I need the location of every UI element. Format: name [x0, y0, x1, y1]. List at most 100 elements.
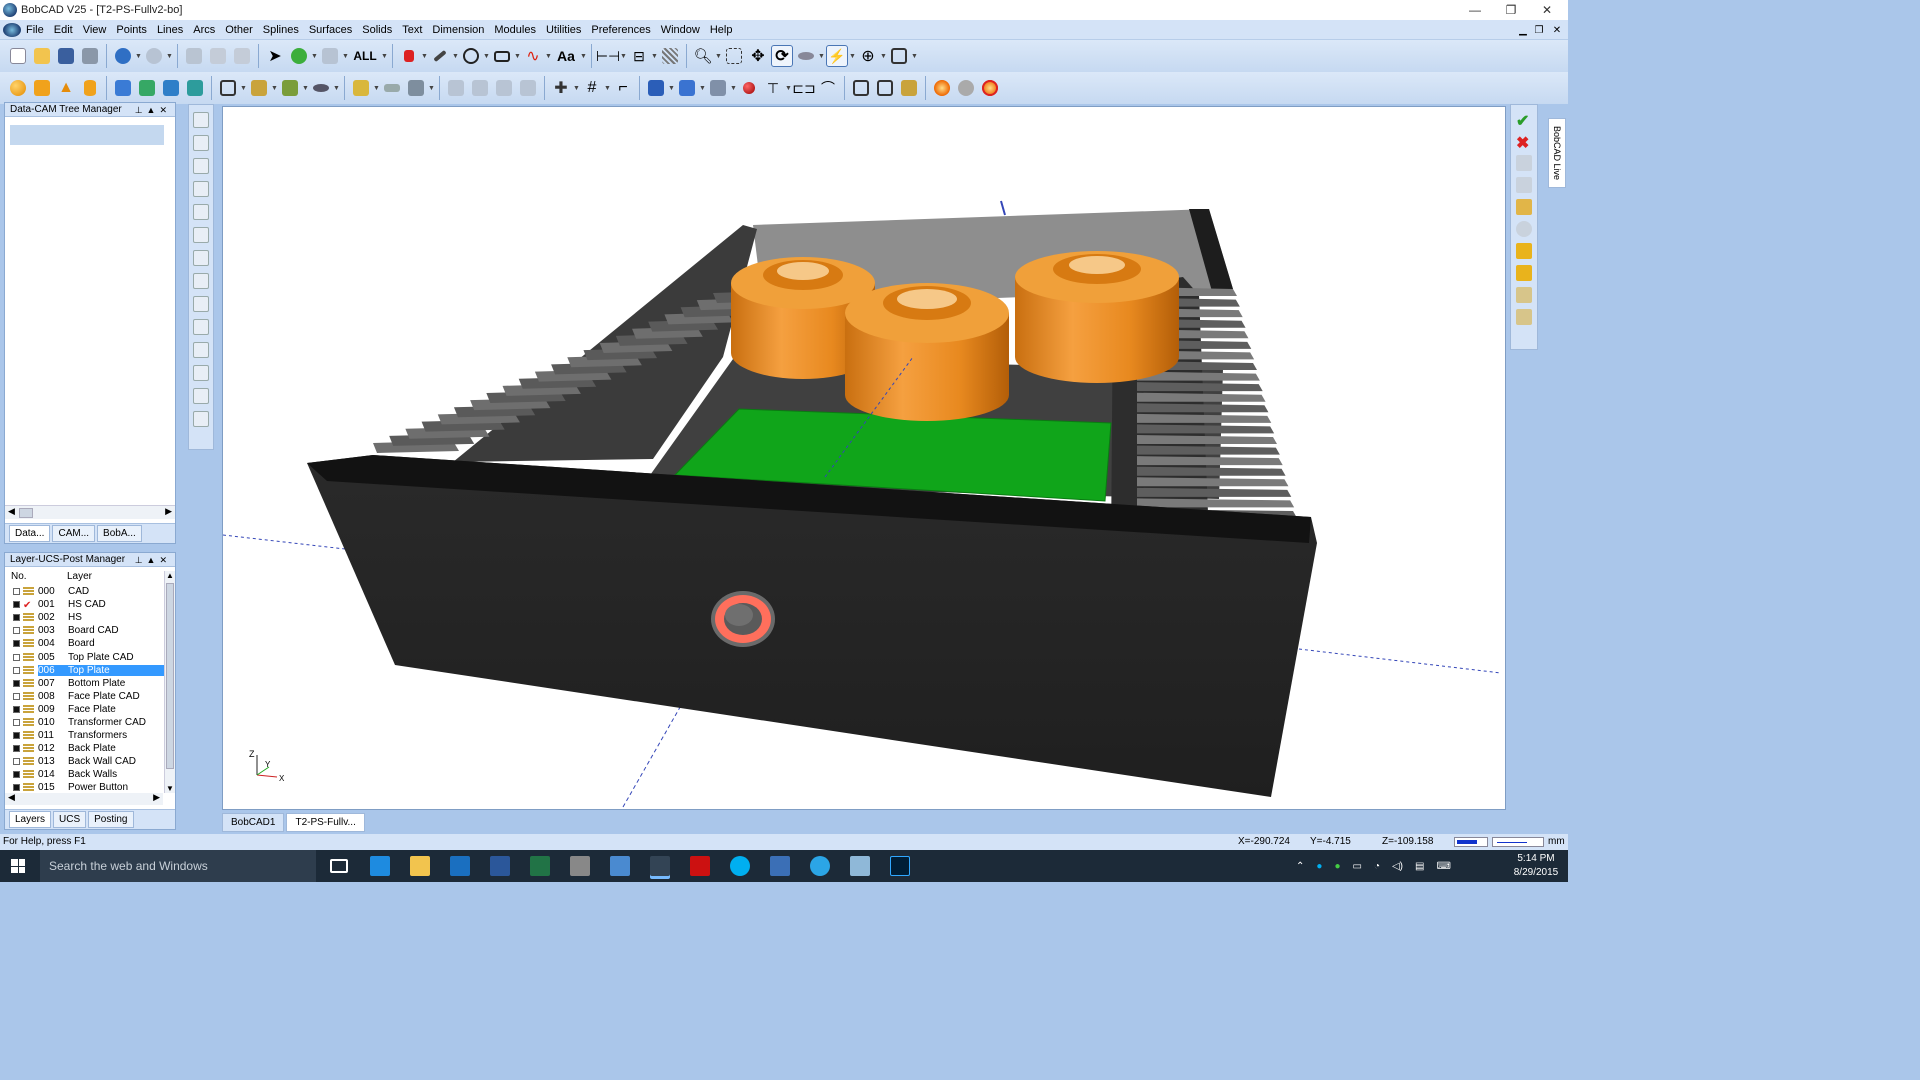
- tray-chevron-icon[interactable]: ⌃: [1296, 861, 1304, 872]
- open-folder-icon[interactable]: [31, 45, 53, 67]
- tray-skype-icon[interactable]: ●: [1316, 861, 1322, 872]
- app-icon[interactable]: [850, 856, 870, 876]
- cone-icon[interactable]: ▲: [55, 77, 77, 99]
- shell-icon[interactable]: [217, 77, 239, 99]
- pan-icon[interactable]: ✥: [747, 45, 769, 67]
- text-dropdown-icon[interactable]: ▼: [580, 45, 587, 67]
- vtool-icon[interactable]: [193, 388, 209, 404]
- view-eye-dropdown-icon[interactable]: ▼: [333, 77, 340, 99]
- layer-icon[interactable]: [23, 717, 34, 727]
- remote-desktop-icon[interactable]: [770, 856, 790, 876]
- circle-dropdown-icon[interactable]: ▼: [483, 45, 490, 67]
- layer-visibility-checkbox[interactable]: [13, 666, 20, 674]
- group-icon[interactable]: [850, 77, 872, 99]
- solid-blue-dropdown-icon[interactable]: ▼: [668, 77, 675, 99]
- surface-dropdown-icon[interactable]: ▼: [373, 77, 380, 99]
- menu-arcs[interactable]: Arcs: [188, 24, 220, 36]
- layer-visibility-checkbox[interactable]: [13, 745, 20, 753]
- layer-row[interactable]: 012 Back Plate: [9, 742, 167, 755]
- layer-row[interactable]: 008 Face Plate CAD: [9, 690, 167, 703]
- render-off-icon[interactable]: [979, 77, 1001, 99]
- zoom-window-icon[interactable]: [723, 45, 745, 67]
- layer-row[interactable]: 006 Top Plate: [9, 664, 167, 677]
- entity-color-dropdown-icon[interactable]: ▼: [421, 45, 428, 67]
- select-arrow-icon[interactable]: ➤: [264, 45, 286, 67]
- loft-icon[interactable]: [405, 77, 427, 99]
- layer-row[interactable]: 010 Transformer CAD: [9, 716, 167, 729]
- layer-visibility-checkbox[interactable]: [13, 718, 20, 726]
- calculator-icon[interactable]: [570, 856, 590, 876]
- layer-row[interactable]: 000 CAD: [9, 585, 167, 598]
- layer-row[interactable]: 007 Bottom Plate: [9, 677, 167, 690]
- menu-preferences[interactable]: Preferences: [586, 24, 655, 36]
- document-tab-0[interactable]: BobCAD1: [222, 812, 285, 832]
- spline-icon[interactable]: ∿: [522, 45, 544, 67]
- pen-dropdown-icon[interactable]: ▼: [452, 45, 459, 67]
- menu-file[interactable]: File: [21, 24, 49, 36]
- vtool-icon[interactable]: [193, 227, 209, 243]
- menu-utilities[interactable]: Utilities: [541, 24, 586, 36]
- align-edge-icon[interactable]: [1516, 309, 1532, 325]
- ungroup-icon[interactable]: [874, 77, 896, 99]
- word-icon[interactable]: [490, 856, 510, 876]
- ucs-dropdown-icon[interactable]: ▼: [880, 45, 887, 67]
- photoshop-icon[interactable]: [890, 856, 910, 876]
- vtool-icon[interactable]: [193, 411, 209, 427]
- fillet-dropdown-icon[interactable]: ▼: [271, 77, 278, 99]
- vtool-icon[interactable]: [193, 365, 209, 381]
- vtool-icon[interactable]: [193, 204, 209, 220]
- document-icon[interactable]: [3, 22, 21, 37]
- layer-row[interactable]: 003 Board CAD: [9, 624, 167, 637]
- grid-snap-icon[interactable]: #: [581, 77, 603, 99]
- windows-start-icon[interactable]: [11, 859, 25, 873]
- app-icon[interactable]: [610, 856, 630, 876]
- file-explorer-icon[interactable]: [410, 856, 430, 876]
- layer-icon[interactable]: [23, 665, 34, 675]
- boolean-subtract-icon[interactable]: [160, 77, 182, 99]
- layer-icon[interactable]: [23, 704, 34, 714]
- list-icon[interactable]: [1516, 155, 1532, 171]
- undo-dropdown-icon[interactable]: ▼: [135, 45, 142, 67]
- shell-dropdown-icon[interactable]: ▼: [240, 77, 247, 99]
- menu-splines[interactable]: Splines: [258, 24, 304, 36]
- extend-icon[interactable]: [469, 77, 491, 99]
- vtool-icon[interactable]: [193, 342, 209, 358]
- zoom-icon[interactable]: 🔍︎: [692, 45, 714, 67]
- panel-pin-close-icon[interactable]: ⊥▲✕: [135, 553, 171, 567]
- spline-dropdown-icon[interactable]: ▼: [545, 45, 552, 67]
- print-icon[interactable]: [79, 45, 101, 67]
- vertical-dimension-dropdown-icon[interactable]: ▼: [651, 45, 658, 67]
- rectangle-icon[interactable]: [491, 45, 513, 67]
- ucs-icon[interactable]: ⊕: [857, 45, 879, 67]
- selection-filter-icon[interactable]: [319, 45, 341, 67]
- mdi-close-icon[interactable]: ✕: [1548, 20, 1566, 40]
- color-selector[interactable]: [1454, 837, 1488, 847]
- dimension-dropdown-icon[interactable]: ▼: [620, 45, 627, 67]
- tray-battery-icon[interactable]: ▭: [1352, 861, 1361, 872]
- entity-color-icon[interactable]: [398, 45, 420, 67]
- vtool-icon[interactable]: [193, 319, 209, 335]
- material-icon[interactable]: [738, 77, 760, 99]
- bobcad-taskbar-icon[interactable]: [650, 856, 670, 876]
- redo-dropdown-icon[interactable]: ▼: [166, 45, 173, 67]
- pen-icon[interactable]: [429, 45, 451, 67]
- layer-visibility-checkbox[interactable]: [13, 784, 20, 792]
- vtool-icon[interactable]: [193, 250, 209, 266]
- line-style-selector[interactable]: [1492, 837, 1544, 847]
- vtool-icon[interactable]: [193, 181, 209, 197]
- select-all-button[interactable]: ALL: [350, 45, 380, 67]
- pencil-ruler-icon[interactable]: [1516, 265, 1532, 281]
- tray-app-icon[interactable]: ●: [1334, 861, 1340, 872]
- layer-icon[interactable]: [23, 744, 34, 754]
- scroll-thumb[interactable]: [19, 508, 33, 518]
- layer-icon[interactable]: [23, 731, 34, 741]
- skype-icon[interactable]: [730, 856, 750, 876]
- save-icon[interactable]: [55, 45, 77, 67]
- document-tab-1[interactable]: T2-PS-Fullv...: [286, 812, 365, 832]
- shaded-view-icon[interactable]: [676, 77, 698, 99]
- layer-icon[interactable]: [23, 639, 34, 649]
- panel-pin-close-icon[interactable]: ⊥▲✕: [135, 103, 171, 117]
- layers-icon[interactable]: [1516, 199, 1532, 215]
- layer-icon[interactable]: [23, 652, 34, 662]
- tray-wifi-icon[interactable]: ◔: [1374, 861, 1380, 872]
